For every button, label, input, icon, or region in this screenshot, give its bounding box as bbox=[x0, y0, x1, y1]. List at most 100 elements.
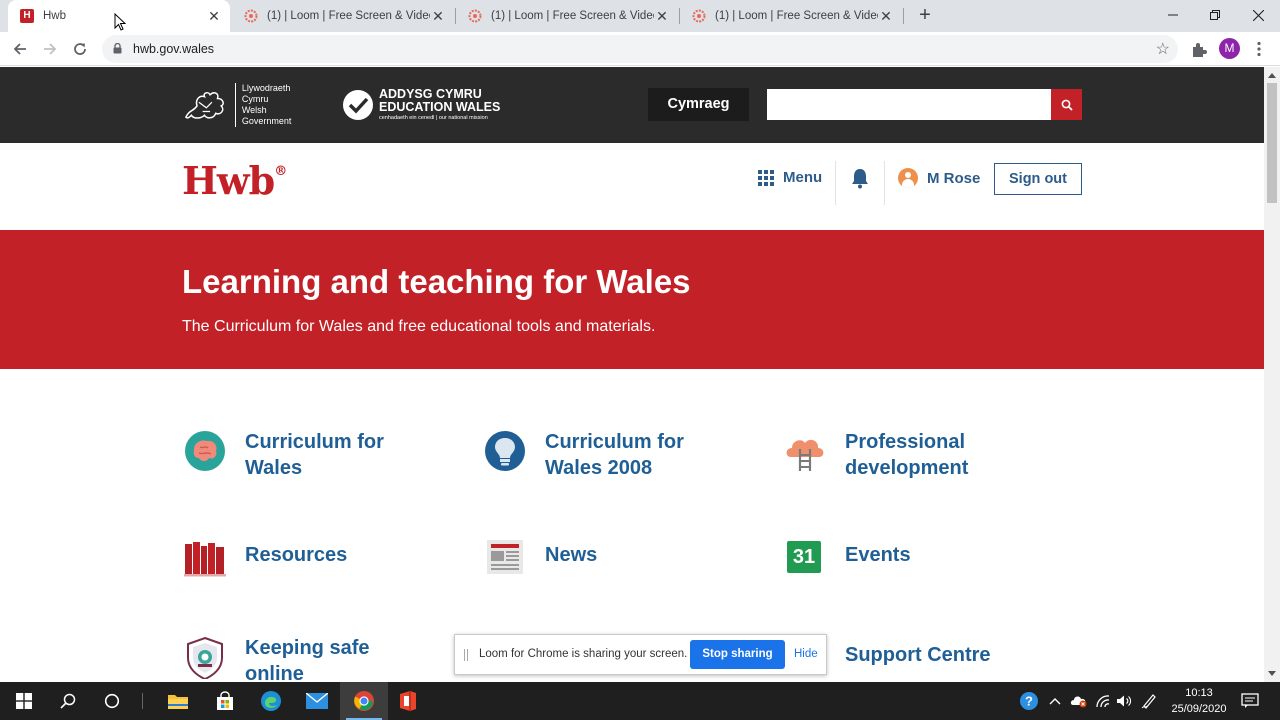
back-button[interactable] bbox=[9, 38, 31, 60]
lightbulb-icon bbox=[485, 431, 525, 471]
calendar-day: 31 bbox=[787, 541, 821, 573]
system-clock[interactable]: 10:13 25/09/2020 bbox=[1168, 685, 1230, 717]
mouse-cursor-icon bbox=[114, 13, 126, 31]
tab-title: (1) | Loom | Free Screen & Video Recordi… bbox=[491, 10, 654, 22]
reload-button[interactable] bbox=[69, 38, 91, 60]
tab-loom-2[interactable]: (1) | Loom | Free Screen & Video Recordi… bbox=[460, 0, 678, 32]
cortana-circle-icon bbox=[104, 693, 120, 709]
user-name: M Rose bbox=[927, 169, 981, 187]
tab-close-icon[interactable]: ✕ bbox=[878, 8, 894, 25]
tile-curriculum-for-wales-2008[interactable]: Curriculum for Wales 2008 bbox=[483, 429, 715, 481]
tile-label: Professional development bbox=[845, 431, 969, 479]
search-icon bbox=[1061, 99, 1073, 111]
taskbar-file-explorer[interactable] bbox=[154, 682, 202, 720]
taskbar-store[interactable] bbox=[201, 682, 249, 720]
welsh-gov-name-cy: Llywodraeth Cymru bbox=[241, 83, 291, 104]
tile-events[interactable]: 31 Events bbox=[783, 535, 911, 579]
tile-label: Events bbox=[845, 544, 911, 566]
brain-icon bbox=[185, 431, 225, 471]
cloud-ladder-icon bbox=[786, 439, 824, 471]
welsh-government-logo[interactable]: Llywodraeth Cymru Welsh Government bbox=[184, 83, 314, 127]
tab-close-icon[interactable]: ✕ bbox=[430, 8, 446, 25]
browser-tab-strip: H Hwb ✕ (1) | Loom | Free Screen & Video… bbox=[0, 0, 1280, 32]
tab-loom-1[interactable]: (1) | Loom | Free Screen & Video Recordi… bbox=[236, 0, 454, 32]
menu-button[interactable]: Menu bbox=[758, 169, 822, 186]
search-button[interactable] bbox=[1051, 89, 1082, 120]
menu-label: Menu bbox=[783, 169, 823, 186]
wifi-icon[interactable] bbox=[1095, 694, 1111, 708]
scrollbar-thumb[interactable] bbox=[1267, 83, 1277, 203]
tab-separator bbox=[903, 8, 904, 24]
calendar-icon: 31 bbox=[783, 535, 827, 579]
help-icon[interactable]: ? bbox=[1019, 691, 1039, 714]
notification-bell-icon[interactable] bbox=[850, 167, 870, 189]
education-wales-logo[interactable]: ADDYSG CYMRU EDUCATION WALES cenhadaeth … bbox=[343, 87, 503, 123]
browser-toolbar: hwb.gov.wales ☆ M bbox=[0, 32, 1280, 66]
folder-icon bbox=[168, 695, 188, 709]
taskbar-search-button[interactable] bbox=[44, 682, 92, 720]
taskbar-mail[interactable] bbox=[293, 682, 341, 720]
scroll-down-icon[interactable] bbox=[1268, 671, 1276, 676]
forward-button[interactable] bbox=[39, 38, 61, 60]
speaker-icon[interactable] bbox=[1116, 694, 1132, 708]
hwb-logo[interactable]: Hwb® bbox=[182, 158, 287, 203]
taskbar-divider bbox=[142, 693, 143, 709]
restore-button[interactable] bbox=[1192, 0, 1238, 30]
language-toggle-button[interactable]: Cymraeg bbox=[648, 88, 749, 121]
hwb-header: Hwb® Menu M Rose Sign out bbox=[0, 143, 1264, 230]
taskbar-chrome[interactable] bbox=[340, 682, 388, 720]
minimize-button[interactable] bbox=[1150, 0, 1196, 30]
page-scrollbar[interactable] bbox=[1264, 67, 1280, 682]
pen-icon[interactable] bbox=[1141, 693, 1157, 709]
chevron-up-icon[interactable] bbox=[1049, 696, 1061, 706]
mail-envelope-icon bbox=[306, 693, 328, 709]
header-divider bbox=[835, 161, 836, 205]
tile-label: Support Centre bbox=[845, 644, 991, 666]
tile-news[interactable]: News bbox=[483, 535, 597, 579]
profile-avatar[interactable]: M bbox=[1219, 38, 1240, 59]
close-window-button[interactable] bbox=[1235, 0, 1280, 30]
tile-keeping-safe-online[interactable]: Keeping safe online bbox=[183, 635, 425, 682]
checkmark-circle-icon bbox=[343, 90, 373, 120]
tile-curriculum-for-wales[interactable]: Curriculum for Wales bbox=[183, 429, 425, 481]
url-text: hwb.gov.wales bbox=[133, 42, 215, 56]
tile-resources[interactable]: Resources bbox=[183, 535, 347, 579]
books-icon bbox=[184, 542, 226, 577]
arrow-right-icon bbox=[44, 43, 57, 55]
tab-loom-3[interactable]: (1) | Loom | Free Screen & Video Recordi… bbox=[684, 0, 902, 32]
start-button[interactable] bbox=[0, 682, 48, 720]
chrome-browser-icon bbox=[354, 691, 374, 711]
cortana-button[interactable] bbox=[88, 682, 136, 720]
onedrive-icon[interactable] bbox=[1070, 694, 1088, 708]
tile-professional-development[interactable]: Professional development bbox=[783, 429, 1035, 481]
welsh-dragon-icon bbox=[184, 91, 224, 119]
scroll-up-icon[interactable] bbox=[1268, 73, 1276, 78]
stop-sharing-button[interactable]: Stop sharing bbox=[690, 640, 785, 669]
restore-icon bbox=[1210, 10, 1220, 20]
svg-text:?: ? bbox=[1025, 694, 1033, 709]
notifications-icon[interactable] bbox=[1241, 693, 1259, 709]
store-bag-icon bbox=[217, 691, 233, 710]
windows-taskbar: ? 10:13 25/09/2020 bbox=[0, 682, 1280, 720]
taskbar-edge[interactable] bbox=[247, 682, 295, 720]
user-account-link[interactable]: M Rose bbox=[898, 168, 980, 188]
loom-sharing-bar: Loom for Chrome is sharing your screen. … bbox=[454, 634, 827, 675]
tab-close-icon[interactable]: ✕ bbox=[654, 8, 670, 25]
hide-button[interactable]: Hide bbox=[794, 648, 818, 660]
new-tab-button[interactable]: + bbox=[914, 4, 936, 28]
shield-icon bbox=[187, 636, 223, 679]
sign-out-button[interactable]: Sign out bbox=[994, 163, 1082, 195]
tab-close-icon[interactable]: ✕ bbox=[206, 8, 222, 25]
loom-favicon-icon bbox=[244, 9, 258, 23]
site-search-input[interactable] bbox=[767, 89, 1051, 120]
reload-icon bbox=[74, 43, 86, 55]
address-bar[interactable]: hwb.gov.wales ☆ bbox=[102, 35, 1178, 63]
drag-handle[interactable] bbox=[464, 649, 468, 661]
close-icon bbox=[1252, 9, 1264, 21]
extensions-puzzle-icon[interactable] bbox=[1190, 41, 1208, 59]
edu-title-en: EDUCATION WALES bbox=[379, 100, 501, 114]
kebab-menu-icon[interactable] bbox=[1256, 41, 1262, 57]
bookmark-star-icon[interactable]: ☆ bbox=[1156, 39, 1170, 59]
tab-separator bbox=[679, 8, 680, 24]
taskbar-office[interactable] bbox=[384, 682, 432, 720]
